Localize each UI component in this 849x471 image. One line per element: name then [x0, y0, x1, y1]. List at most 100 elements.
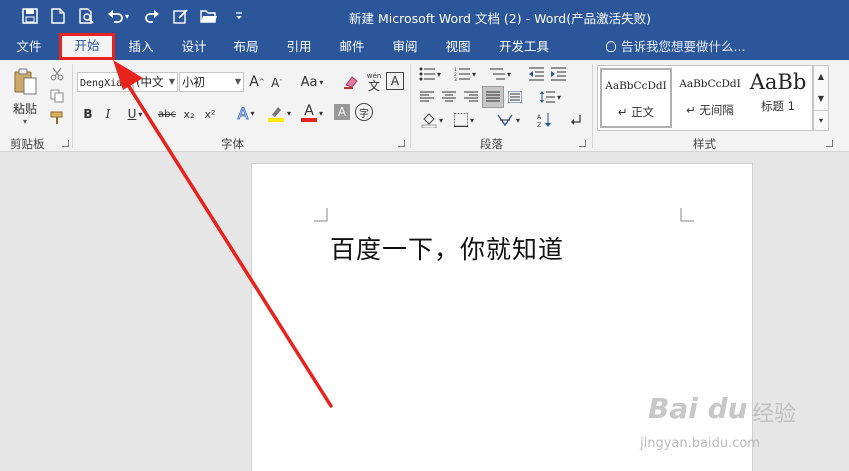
paragraph-launcher-icon[interactable]: [579, 140, 586, 147]
font-color-button[interactable]: A ▾: [297, 102, 327, 124]
justify-icon[interactable]: [482, 86, 504, 108]
change-case-button[interactable]: Aa ▾: [298, 72, 326, 92]
tab-insert[interactable]: 插入: [119, 33, 163, 60]
clipboard-group-label: 剪贴板: [10, 137, 45, 151]
highlight-button[interactable]: ▾: [264, 102, 294, 124]
character-shading-button[interactable]: A: [334, 104, 350, 120]
chevron-down-icon: ▾: [471, 69, 476, 79]
open-folder-icon[interactable]: [198, 5, 220, 27]
bold-button[interactable]: B: [80, 104, 96, 124]
multilevel-list-icon: [489, 68, 505, 80]
show-formatting-marks-icon[interactable]: [567, 110, 585, 130]
group-divider: [410, 64, 411, 148]
styles-group-label: 样式: [693, 137, 716, 151]
phonetic-guide-button[interactable]: wén 文: [365, 70, 383, 94]
chevron-down-icon: ▾: [286, 108, 291, 118]
enclose-characters-button[interactable]: 字: [355, 103, 373, 121]
bullets-button[interactable]: ▾: [415, 64, 445, 84]
font-script-combo[interactable]: (中文 ▼: [133, 72, 178, 92]
grow-font-button[interactable]: A ^: [248, 72, 266, 92]
align-right-icon[interactable]: [462, 88, 480, 106]
tab-design[interactable]: 设计: [172, 33, 216, 60]
clear-formatting-icon[interactable]: [342, 72, 360, 92]
styles-scroll-down-icon[interactable]: ▼: [814, 88, 828, 108]
copy-icon[interactable]: [48, 87, 66, 105]
numbering-icon: 123: [454, 67, 470, 81]
distributed-icon[interactable]: [506, 88, 524, 106]
document-title: 新建 Microsoft Word 文档 (2) - Word(产品激活失败): [349, 11, 651, 26]
line-spacing-icon: [539, 91, 555, 103]
asian-layout-button[interactable]: ▾: [492, 110, 524, 130]
group-divider: [592, 64, 593, 148]
sort-icon[interactable]: AZ: [536, 110, 554, 130]
paste-label: 粘贴: [12, 102, 37, 116]
style-heading-1[interactable]: AaBb 标题 1: [746, 68, 810, 126]
tell-me-search[interactable]: 告诉我您想要做什么...: [606, 33, 745, 60]
group-divider: [72, 64, 73, 148]
tab-review[interactable]: 审阅: [383, 33, 427, 60]
svg-text:Z: Z: [537, 122, 541, 128]
tab-layout[interactable]: 布局: [224, 33, 268, 60]
font-group-label: 字体: [221, 137, 244, 151]
font-name-combo[interactable]: DengXian: [77, 72, 133, 92]
shading-button[interactable]: ▾: [418, 110, 446, 130]
style-normal[interactable]: AaBbCcDdI ↵ 正文: [600, 68, 672, 128]
paste-dropdown-icon: ▾: [22, 117, 27, 126]
print-preview-icon[interactable]: [76, 5, 98, 27]
line-spacing-button[interactable]: ▾: [535, 87, 565, 107]
ribbon-home: 粘贴 ▾ 剪贴板 DengXian (中文 ▼ 小初 ▼ A ^ Aˇ Aa ▾ wén…: [0, 60, 849, 152]
document-body-text[interactable]: 百度一下，你就知道: [330, 230, 564, 266]
tab-references[interactable]: 引用: [277, 33, 321, 60]
asian-layout-icon: [497, 114, 513, 127]
borders-icon: [453, 113, 468, 127]
new-document-icon[interactable]: [47, 5, 69, 27]
styles-launcher-icon[interactable]: [826, 140, 833, 147]
paste-button[interactable]: 粘贴 ▾: [8, 66, 42, 128]
cut-icon[interactable]: [48, 65, 66, 83]
chevron-down-icon: ▾: [318, 108, 323, 118]
multilevel-list-button[interactable]: ▾: [485, 64, 515, 84]
font-launcher-icon[interactable]: [398, 140, 405, 147]
superscript-button[interactable]: x²: [201, 104, 219, 124]
strikethrough-button[interactable]: abc: [157, 104, 177, 124]
paragraph-group-label: 段落: [480, 137, 503, 151]
tab-developer[interactable]: 开发工具: [492, 33, 556, 60]
customize-qat-icon[interactable]: [228, 5, 250, 27]
shrink-font-button[interactable]: Aˇ: [268, 73, 286, 93]
tab-view[interactable]: 视图: [436, 33, 480, 60]
font-color-swatch: [300, 118, 317, 122]
text-effects-button[interactable]: A ▾: [231, 102, 261, 124]
character-border-button[interactable]: A: [386, 72, 404, 90]
italic-button[interactable]: I: [100, 104, 116, 124]
svg-text:3: 3: [454, 77, 457, 81]
chevron-down-icon: ▾: [138, 109, 143, 119]
align-center-icon[interactable]: [440, 88, 458, 106]
subscript-button[interactable]: x₂: [180, 104, 198, 124]
clipboard-launcher-icon[interactable]: [62, 140, 69, 147]
underline-button[interactable]: U ▾: [122, 104, 148, 124]
chevron-down-icon: ▾: [319, 77, 324, 87]
tab-mailings[interactable]: 邮件: [330, 33, 374, 60]
chevron-down-icon: ▾: [506, 69, 511, 79]
redo-icon[interactable]: [141, 5, 163, 27]
font-size-combo[interactable]: 小初 ▼: [179, 72, 244, 92]
watermark-cn: 经验: [752, 402, 797, 427]
align-left-icon[interactable]: [418, 88, 436, 106]
styles-gallery: AaBbCcDdI ↵ 正文 AaBbCcDdI ↵ 无间隔 AaBb 标题 1: [597, 65, 813, 131]
borders-button[interactable]: ▾: [450, 110, 478, 130]
title-bar: ▾ 新建 Microsoft Word 文档 (2) - Word(产品激活失败…: [0, 0, 849, 33]
save-icon[interactable]: [19, 5, 41, 27]
tab-file[interactable]: 文件: [6, 33, 52, 60]
watermark-brand: Bai du: [648, 392, 748, 425]
undo-dropdown-icon[interactable]: ▾: [122, 5, 132, 27]
chevron-down-icon: ▾: [436, 69, 441, 79]
decrease-indent-icon[interactable]: [526, 64, 546, 84]
styles-scroll-up-icon[interactable]: ▲: [814, 66, 828, 86]
tab-home[interactable]: 开始: [59, 33, 115, 60]
style-no-spacing[interactable]: AaBbCcDdI ↵ 无间隔: [674, 68, 746, 126]
format-painter-icon[interactable]: [48, 109, 66, 127]
increase-indent-icon[interactable]: [548, 64, 568, 84]
styles-more-icon[interactable]: ▾: [814, 110, 828, 130]
numbering-button[interactable]: 123 ▾: [450, 64, 480, 84]
touch-mode-icon[interactable]: [170, 5, 192, 27]
